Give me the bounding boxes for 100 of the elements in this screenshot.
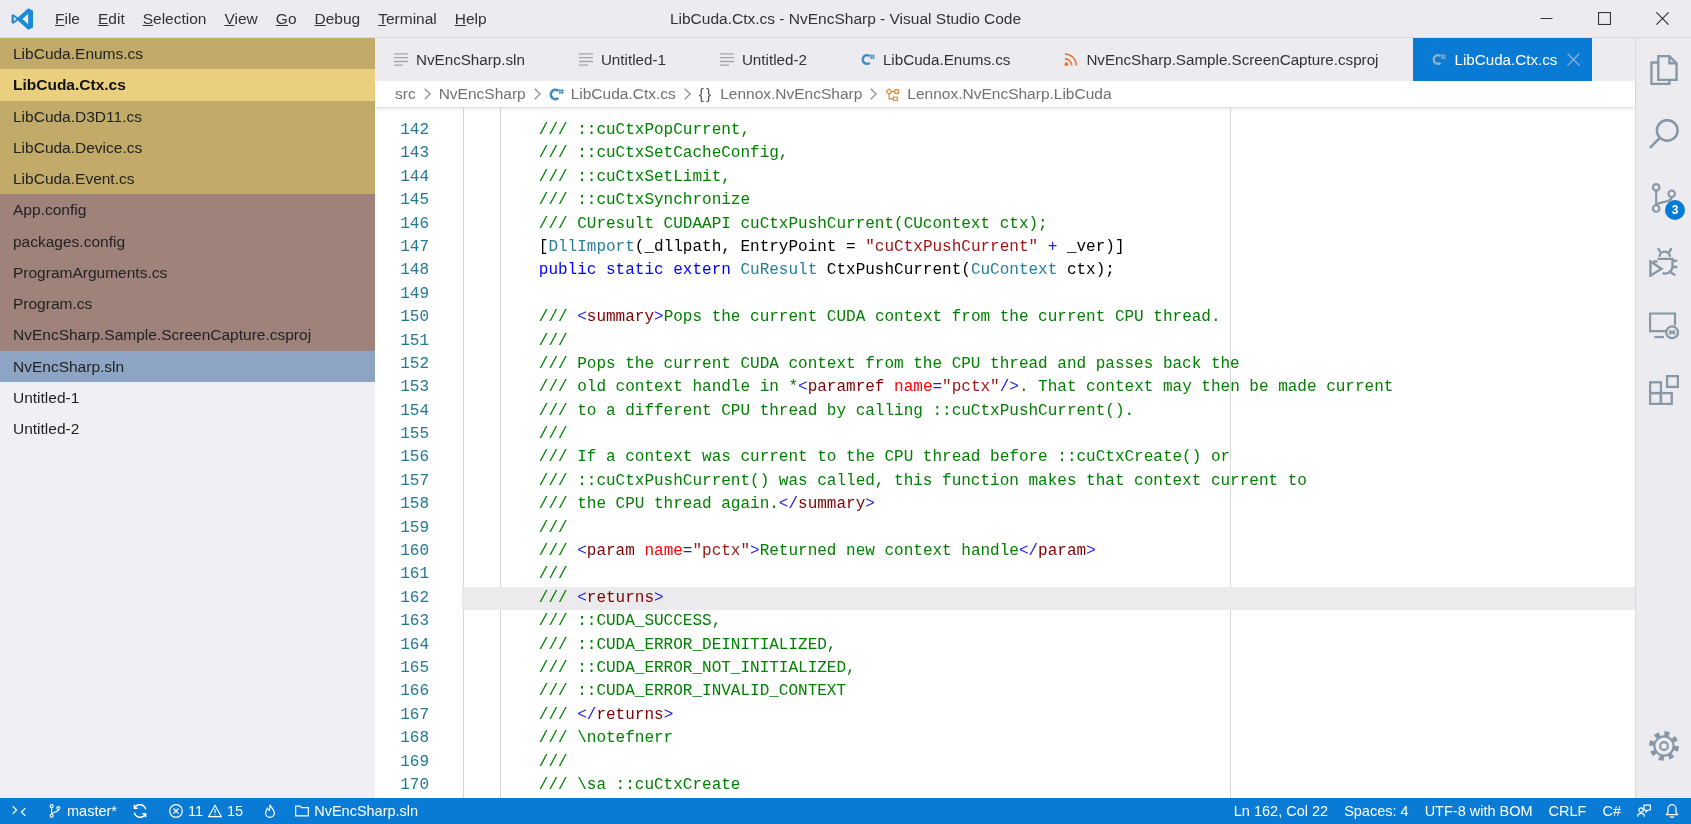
editor-tab[interactable]: NvEncSharp.sln: [375, 38, 560, 81]
file-list-item[interactable]: Program.cs: [0, 288, 375, 320]
indentation-setting[interactable]: Spaces: 4: [1336, 803, 1417, 819]
window-title: LibCuda.Ctx.cs - NvEncSharp - Visual Studio Code: [669, 9, 1022, 28]
code-line: /// </returns>: [538, 705, 674, 724]
menu-item[interactable]: View: [215, 7, 267, 30]
line-number: 154: [400, 401, 429, 420]
breadcrumb-item[interactable]: LibCuda.Ctx.cs: [548, 85, 676, 103]
menu-item[interactable]: File: [46, 7, 89, 30]
line-number: 144: [400, 167, 429, 186]
notification-badge: 3: [1665, 200, 1685, 220]
code-line: /// \sa ::cuCtxCreate: [538, 775, 741, 794]
line-number: 159: [400, 518, 429, 537]
file-list-item[interactable]: Untitled-1: [0, 381, 375, 414]
editor-tab[interactable]: Untitled-2: [700, 38, 842, 81]
code-line: [DllImport(_dllpath, EntryPoint = "cuCtxPushCurrent" + _ver)]: [538, 237, 1125, 256]
menu-item[interactable]: Go: [266, 7, 306, 30]
file-list-item[interactable]: NvEncSharp.sln: [0, 350, 375, 382]
line-number: 155: [400, 425, 429, 444]
line-number: 153: [400, 378, 429, 397]
branch-button[interactable]: master*: [40, 803, 125, 819]
file-list-item[interactable]: LibCuda.Ctx.cs: [0, 69, 375, 101]
chevron-right-icon: [683, 88, 691, 100]
line-number: 167: [400, 705, 429, 724]
line-number: 169: [400, 752, 429, 771]
problems-button[interactable]: 11 15: [160, 803, 252, 819]
file-list-item[interactable]: LibCuda.Device.cs: [0, 131, 375, 164]
close-icon[interactable]: [1566, 53, 1580, 66]
file-list-item[interactable]: packages.config: [0, 225, 375, 257]
chevron-right-icon: [870, 88, 878, 100]
line-number: 170: [400, 775, 429, 794]
breadcrumb-item[interactable]: {} Lennox.NvEncSharp: [698, 85, 863, 103]
code-line: /// ::cuCtxSynchronize: [538, 191, 751, 210]
code-line: ///: [538, 565, 568, 584]
file-list-item[interactable]: NvEncSharp.Sample.ScreenCapture.csproj: [0, 319, 375, 351]
menu-item[interactable]: Help: [445, 7, 496, 30]
line-number: 164: [400, 635, 429, 654]
line-number: 157: [400, 471, 429, 490]
editor-tab[interactable]: LibCuda.Ctx.cs: [1413, 38, 1593, 81]
line-number: 158: [400, 495, 429, 514]
flame-icon[interactable]: [263, 804, 278, 818]
solution-button[interactable]: NvEncSharp.sln: [287, 803, 427, 819]
breadcrumb-item[interactable]: src: [395, 85, 416, 103]
code-line: /// If a context was current to the CPU thread before ::cuCtxCreate() or: [538, 448, 1231, 467]
branch-icon: [48, 804, 62, 818]
file-list-item[interactable]: App.config: [0, 194, 375, 226]
menu-item[interactable]: Selection: [133, 7, 216, 30]
encoding-setting[interactable]: UTF-8 with BOM: [1416, 803, 1541, 819]
files-icon[interactable]: [1648, 55, 1679, 85]
settings-icon[interactable]: [1648, 731, 1679, 761]
sync-icon[interactable]: [132, 804, 147, 818]
remote-icon[interactable]: [12, 804, 26, 818]
line-number: 168: [400, 729, 429, 748]
line-number: 160: [400, 542, 429, 561]
language-mode[interactable]: C#: [1594, 803, 1629, 819]
document-lines-icon: [394, 53, 408, 66]
bell-icon[interactable]: [1665, 804, 1679, 818]
code-line: ///: [538, 518, 568, 537]
breadcrumb-item[interactable]: Lennox.NvEncSharp.LibCuda: [885, 85, 1112, 103]
file-list-item[interactable]: LibCuda.D3D11.cs: [0, 100, 375, 132]
line-number: 147: [400, 237, 429, 256]
monitor-icon[interactable]: [1648, 311, 1679, 341]
line-number: 149: [400, 284, 429, 303]
feedback-icon[interactable]: [1637, 804, 1651, 818]
code-line: ///: [538, 752, 568, 771]
document-lines-icon: [578, 53, 593, 66]
line-number: 165: [400, 659, 429, 677]
class-icon: [885, 87, 901, 101]
file-list-item[interactable]: LibCuda.Enums.cs: [0, 38, 375, 70]
file-list-item[interactable]: Untitled-2: [0, 413, 375, 445]
editor-tab[interactable]: NvEncSharp.Sample.ScreenCapture.csproj: [1045, 38, 1414, 81]
csharp-file-icon: [548, 87, 564, 101]
extensions-icon[interactable]: [1648, 375, 1679, 405]
breadcrumb-item[interactable]: NvEncSharp: [438, 85, 526, 103]
cursor-position[interactable]: Ln 162, Col 22: [1225, 803, 1337, 819]
search-icon[interactable]: [1648, 119, 1679, 149]
code-line: /// ::CUDA_ERROR_DEINITIALIZED,: [538, 635, 837, 654]
code-line: /// ::cuCtxSetLimit,: [538, 167, 731, 186]
code-line: /// <returns>: [538, 588, 664, 607]
line-number: 150: [400, 308, 429, 327]
line-number: 148: [400, 261, 429, 280]
code-line: /// \notefnerr: [538, 729, 674, 748]
menu-item[interactable]: Edit: [89, 7, 134, 30]
menu-item[interactable]: Terminal: [369, 7, 446, 30]
code-line: /// old context handle in *<paramref name="pctx"/>. That context may then be made current: [538, 378, 1394, 397]
line-number: 162: [400, 588, 429, 607]
code-line: /// ::cuCtxPopCurrent,: [538, 121, 751, 139]
line-ending-setting[interactable]: CRLF: [1540, 803, 1595, 819]
editor-tab[interactable]: Untitled-1: [559, 38, 701, 81]
bug-play-icon[interactable]: [1648, 247, 1679, 277]
line-number: 146: [400, 214, 429, 233]
warning-icon: [208, 804, 223, 818]
file-list-item[interactable]: LibCuda.Event.cs: [0, 163, 375, 195]
editor-tab[interactable]: LibCuda.Enums.cs: [841, 38, 1046, 81]
menu-item[interactable]: Debug: [305, 7, 370, 30]
code-line: /// the CPU thread again.</summary>: [538, 495, 875, 514]
code-line: ///: [538, 331, 568, 350]
code-line: /// ::CUDA_SUCCESS,: [538, 612, 722, 631]
file-list-item[interactable]: ProgramArguments.cs: [0, 256, 375, 289]
maximize-icon: [1597, 12, 1611, 25]
